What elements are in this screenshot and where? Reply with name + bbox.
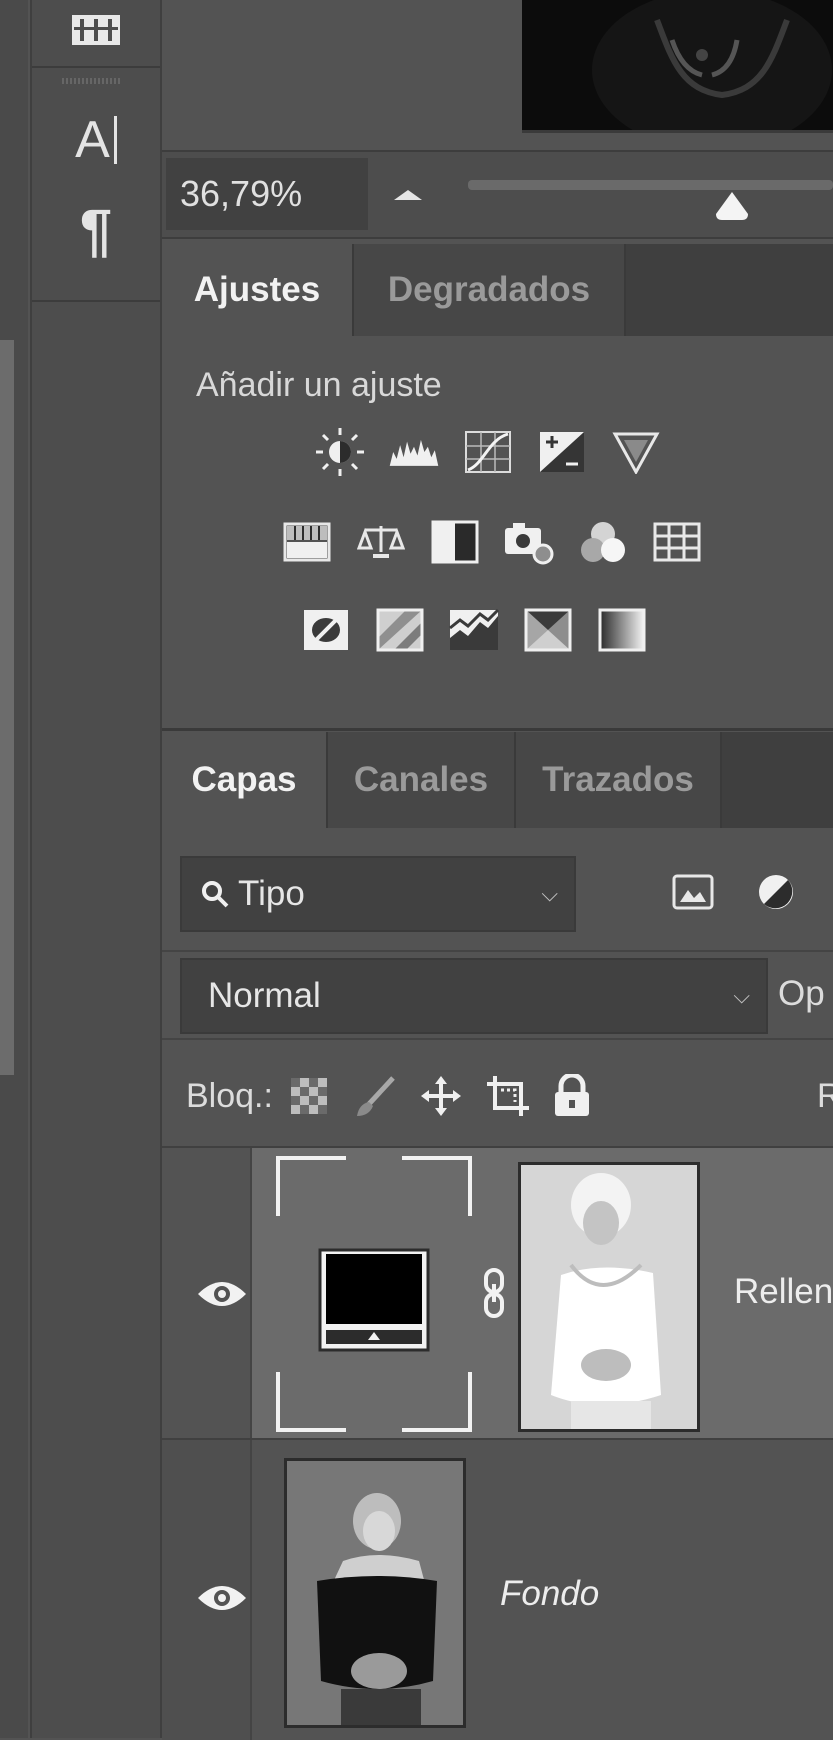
- exposure-icon[interactable]: [536, 426, 588, 478]
- tab-degradados-label: Degradados: [387, 270, 591, 309]
- tab-capas[interactable]: Capas: [162, 732, 328, 828]
- hue-saturation-icon[interactable]: [281, 516, 333, 568]
- vibrance-icon[interactable]: [610, 426, 662, 478]
- layer-row-relleno[interactable]: Rellen: [162, 1146, 833, 1438]
- grid-tool-icon[interactable]: [32, 0, 160, 60]
- fill-label: R: [817, 1076, 833, 1115]
- brightness-contrast-icon[interactable]: [314, 426, 366, 478]
- tab-canales[interactable]: Canales: [328, 732, 516, 828]
- lock-artboard-icon[interactable]: [485, 1074, 531, 1118]
- search-icon: [202, 881, 229, 908]
- adjustments-caption: Añadir un ajuste: [196, 366, 442, 404]
- chevron-down-icon: ⌵: [541, 881, 558, 906]
- layers-panel: Tipo ⌵ Normal ⌵ Op Bloq.: R Rellen Fondo: [162, 828, 833, 1740]
- layer-filter-label: Tipo: [238, 874, 305, 913]
- layer-filter-dropdown[interactable]: Tipo ⌵: [180, 856, 576, 932]
- filter-adjustment-layer-icon[interactable]: [756, 872, 796, 912]
- posterize-icon[interactable]: [374, 604, 426, 656]
- navigator-preview[interactable]: [522, 0, 833, 133]
- tab-canales-label: Canales: [353, 760, 489, 799]
- eye-icon[interactable]: [192, 1276, 252, 1312]
- adjustments-tabbar: Ajustes Degradados: [162, 244, 833, 336]
- threshold-icon[interactable]: [448, 604, 500, 656]
- lock-all-icon[interactable]: [553, 1074, 591, 1118]
- eye-icon[interactable]: [192, 1580, 252, 1616]
- adjustments-panel: Añadir un ajuste: [162, 336, 833, 731]
- tools-column: A ¶: [30, 0, 162, 1738]
- selective-color-icon[interactable]: [522, 604, 574, 656]
- tab-trazados-label: Trazados: [542, 760, 694, 799]
- zoom-out-icon[interactable]: [390, 180, 426, 210]
- black-white-icon[interactable]: [429, 516, 481, 568]
- fill-layer-thumbnail[interactable]: [276, 1156, 472, 1432]
- tab-ajustes-label: Ajustes: [193, 270, 321, 309]
- photo-filter-icon[interactable]: [503, 516, 555, 568]
- layer-mask-thumbnail[interactable]: [518, 1162, 700, 1432]
- navigator-zoom-bar: 36,79%: [162, 150, 833, 239]
- blend-mode-value: Normal: [208, 976, 321, 1015]
- zoom-value[interactable]: 36,79%: [180, 173, 302, 215]
- channel-mixer-icon[interactable]: [577, 516, 629, 568]
- zoom-slider-track[interactable]: [468, 180, 833, 190]
- lock-label: Bloq.:: [186, 1076, 273, 1115]
- gradient-map-icon[interactable]: [596, 604, 648, 656]
- tab-capas-label: Capas: [191, 760, 297, 799]
- lock-transparent-pixels-icon[interactable]: [289, 1076, 329, 1116]
- color-balance-icon[interactable]: [355, 516, 407, 568]
- zoom-slider-thumb[interactable]: [712, 190, 752, 222]
- curves-icon[interactable]: [462, 426, 514, 478]
- tab-degradados[interactable]: Degradados: [354, 244, 626, 336]
- layer-name-fondo[interactable]: Fondo: [500, 1574, 599, 1614]
- lock-position-icon[interactable]: [419, 1074, 463, 1118]
- layer-name-relleno[interactable]: Rellen: [734, 1272, 833, 1312]
- opacity-label: Op: [778, 974, 825, 1013]
- color-lookup-icon[interactable]: [651, 516, 703, 568]
- background-layer-thumbnail[interactable]: [284, 1458, 466, 1728]
- blend-mode-dropdown[interactable]: Normal ⌵: [180, 958, 768, 1034]
- levels-icon[interactable]: [388, 426, 440, 478]
- chevron-down-icon: ⌵: [733, 983, 750, 1008]
- layer-row-fondo[interactable]: Fondo: [162, 1438, 833, 1740]
- type-tool-icon[interactable]: A: [32, 100, 160, 180]
- zoom-input[interactable]: 36,79%: [166, 158, 368, 230]
- tab-ajustes[interactable]: Ajustes: [162, 244, 354, 336]
- left-scrollbar[interactable]: [0, 340, 14, 1075]
- right-panels: 36,79% Ajustes Degradados Añadir un ajus…: [162, 0, 833, 1740]
- chain-link-icon[interactable]: [480, 1268, 508, 1318]
- lock-image-pixels-icon[interactable]: [353, 1074, 397, 1118]
- paragraph-tool-icon[interactable]: ¶: [32, 190, 160, 270]
- filter-pixel-layer-icon[interactable]: [672, 874, 714, 910]
- lock-row: Bloq.: R: [162, 1046, 833, 1146]
- invert-icon[interactable]: [300, 604, 352, 656]
- layers-tabbar: Capas Canales Trazados: [162, 732, 833, 828]
- tab-trazados[interactable]: Trazados: [516, 732, 722, 828]
